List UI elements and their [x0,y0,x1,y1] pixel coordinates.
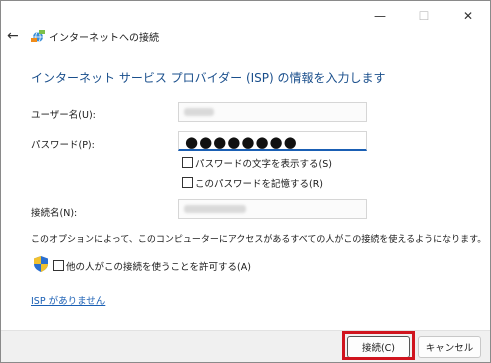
remember-password-label[interactable]: このパスワードを記憶する(R) [195,176,323,190]
close-button[interactable]: ✕ [446,1,490,31]
shield-icon [34,256,48,272]
show-password-checkbox[interactable] [182,157,193,168]
maximize-icon: ☐ [418,9,430,23]
connection-name-value-redacted [184,205,246,213]
sharing-note: このオプションによって、このコンピューターにアクセスがあるすべての人がこの接続を… [31,235,487,245]
window-title: インターネットへの接続 [49,33,159,44]
network-icon [31,30,45,43]
show-password-label[interactable]: パスワードの文字を表示する(S) [195,156,332,170]
remember-password-checkbox[interactable] [182,177,193,188]
connection-name-field[interactable] [178,199,367,219]
button-bar: 接続(C) キャンセル [1,330,490,362]
maximize-button: ☐ [402,1,446,31]
connection-name-label: 接続名(N): [31,208,78,219]
page-heading: インターネット サービス プロバイダー (ISP) の情報を入力します [31,71,386,85]
minimize-button[interactable]: — [358,1,402,31]
password-label: パスワード(P): [31,140,95,151]
allow-others-checkbox[interactable] [53,260,64,271]
title-bar: — ☐ ✕ [1,1,490,31]
username-value-redacted [184,108,214,116]
username-label: ユーザー名(U): [31,110,96,121]
password-value: ●●●●●●●● [185,133,298,151]
password-field[interactable]: ●●●●●●●● [178,131,367,151]
username-field[interactable] [178,102,367,122]
close-icon: ✕ [462,9,474,23]
allow-others-label[interactable]: 他の人がこの接続を使うことを許可する(A) [66,259,251,273]
back-arrow-icon[interactable]: ← [7,28,21,44]
dialog-window: — ☐ ✕ ← インターネットへの接続 インターネット サービス プロバイダー … [0,0,491,363]
no-isp-link[interactable]: ISP がありません [31,293,105,307]
highlight-box [342,331,415,360]
minimize-icon: — [374,9,386,23]
cancel-button[interactable]: キャンセル [418,336,481,358]
